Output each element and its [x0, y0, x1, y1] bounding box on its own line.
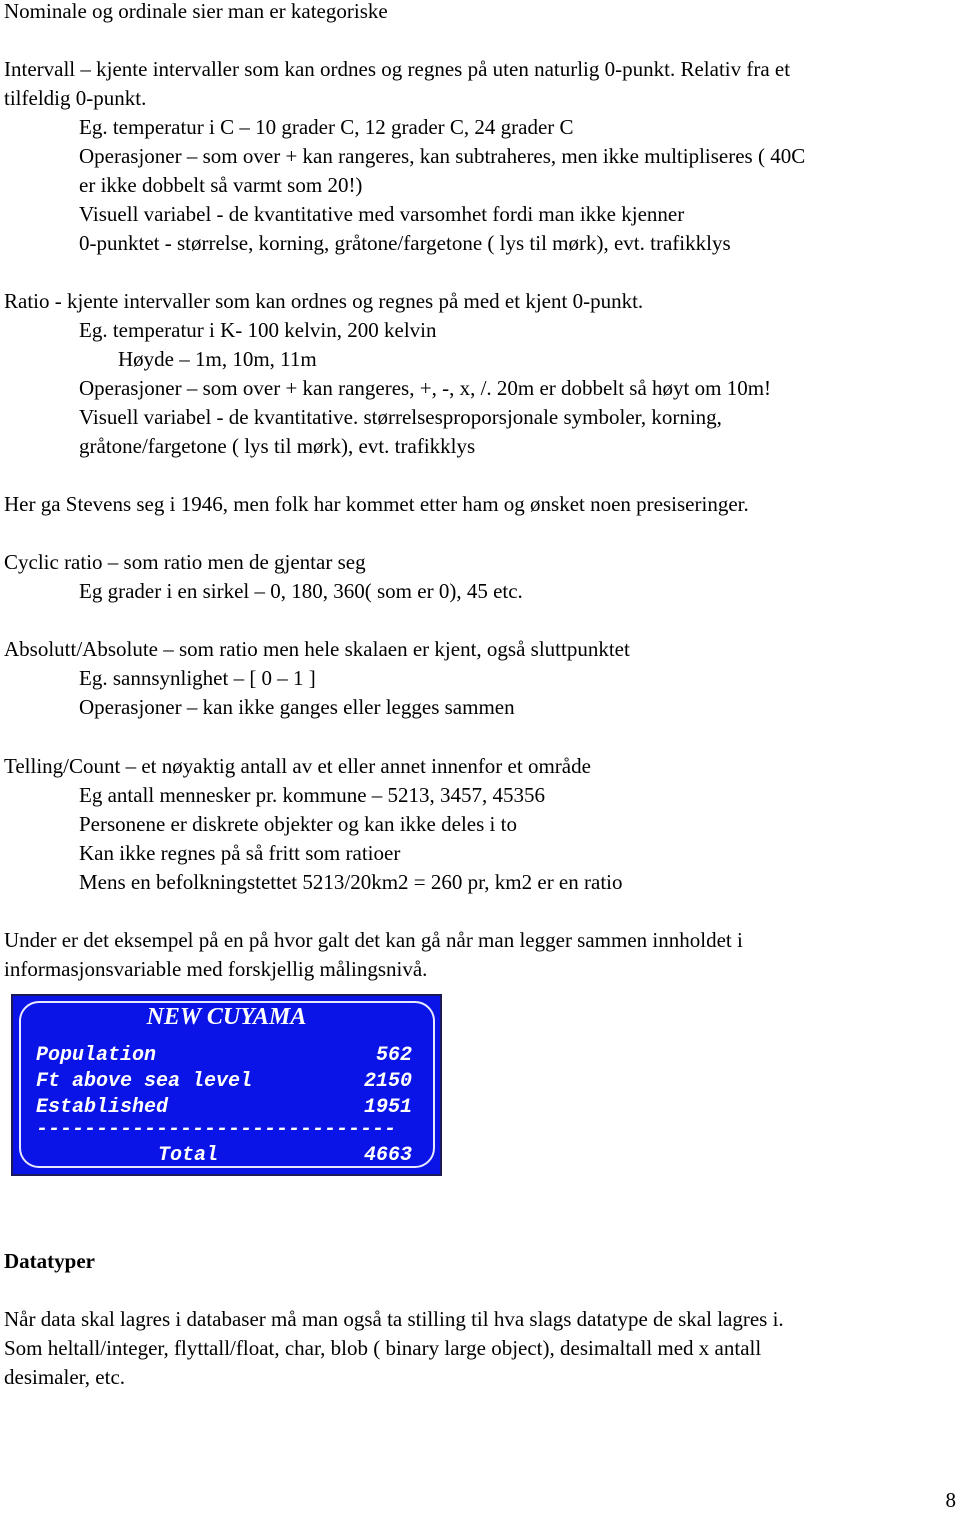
count-discrete: Personene er diskrete objekter og kan ik… [79, 812, 517, 836]
interval-definition: Intervall – kjente intervaller som kan o… [4, 57, 791, 81]
sign-row-label: Ft above sea level [36, 1070, 253, 1093]
datatypes-heading: Datatyper [4, 1249, 95, 1273]
ratio-visual-variable: Visuell variabel - de kvantitative. stør… [79, 405, 722, 429]
sign-total-value: 4663 [363, 1144, 412, 1167]
new-cuyama-sign: NEW CUYAMA Population 562 Ft above sea l… [11, 994, 442, 1176]
sign-title: NEW CUYAMA [146, 1004, 307, 1030]
cyclic-example: Eg grader i en sirkel – 0, 180, 360( som… [79, 579, 523, 603]
interval-operations-cont: er ikke dobbelt så varmt som 20!) [79, 173, 363, 197]
ratio-height-example: Høyde – 1m, 10m, 11m [118, 347, 317, 371]
count-definition: Telling/Count – et nøyaktig antall av et… [4, 754, 591, 778]
example-intro-cont: informasjonsvariable med forskjellig mål… [4, 957, 428, 981]
interval-visual-variable: Visuell variabel - de kvantitative med v… [79, 202, 685, 226]
interval-definition-cont: tilfeldig 0-punkt. [4, 86, 147, 110]
page-number: 8 [945, 1488, 957, 1512]
ratio-definition: Ratio - kjente intervaller som kan ordne… [4, 289, 644, 313]
interval-operations: Operasjoner – som over + kan rangeres, k… [79, 144, 806, 168]
datatypes-text-cont: Som heltall/integer, flyttall/float, cha… [4, 1336, 762, 1360]
absolute-example: Eg. sannsynlighet – [ 0 – 1 ] [79, 666, 316, 690]
absolute-operations: Operasjoner – kan ikke ganges eller legg… [79, 695, 515, 719]
nominal-text: Nominale og ordinale sier man er kategor… [4, 0, 388, 23]
ratio-example: Eg. temperatur i K- 100 kelvin, 200 kelv… [79, 318, 437, 342]
datatypes-text: Når data skal lagres i databaser må man … [4, 1307, 784, 1331]
datatypes-text-end: desimaler, etc. [4, 1365, 126, 1389]
sign-row-label: Population [36, 1044, 157, 1067]
sign-row-label: Established [36, 1096, 169, 1119]
stevens-text: Her ga Stevens seg i 1946, men folk har … [4, 492, 749, 516]
count-calculation: Kan ikke regnes på så fritt som ratioer [79, 841, 401, 865]
count-density: Mens en befolkningstettet 5213/20km2 = 2… [79, 870, 623, 894]
example-intro: Under er det eksempel på en på hvor galt… [4, 928, 743, 952]
sign-row-value: 1951 [363, 1096, 412, 1119]
cyclic-definition: Cyclic ratio – som ratio men de gjentar … [4, 550, 366, 574]
sign-row-value: 562 [375, 1044, 412, 1067]
count-example: Eg antall mennesker pr. kommune – 5213, … [79, 783, 546, 807]
ratio-visual-variable-cont: gråtone/fargetone ( lys til mørk), evt. … [79, 434, 476, 458]
interval-example: Eg. temperatur i C – 10 grader C, 12 gra… [79, 115, 574, 139]
sign-total-label: Total [158, 1144, 219, 1167]
sign-divider: ------------------------------ [36, 1118, 397, 1141]
absolute-definition: Absolutt/Absolute – som ratio men hele s… [4, 637, 630, 661]
ratio-operations: Operasjoner – som over + kan rangeres, +… [79, 376, 772, 400]
interval-visual-variable-cont: 0-punktet - størrelse, korning, gråtone/… [79, 231, 731, 255]
sign-row-value: 2150 [363, 1070, 412, 1093]
